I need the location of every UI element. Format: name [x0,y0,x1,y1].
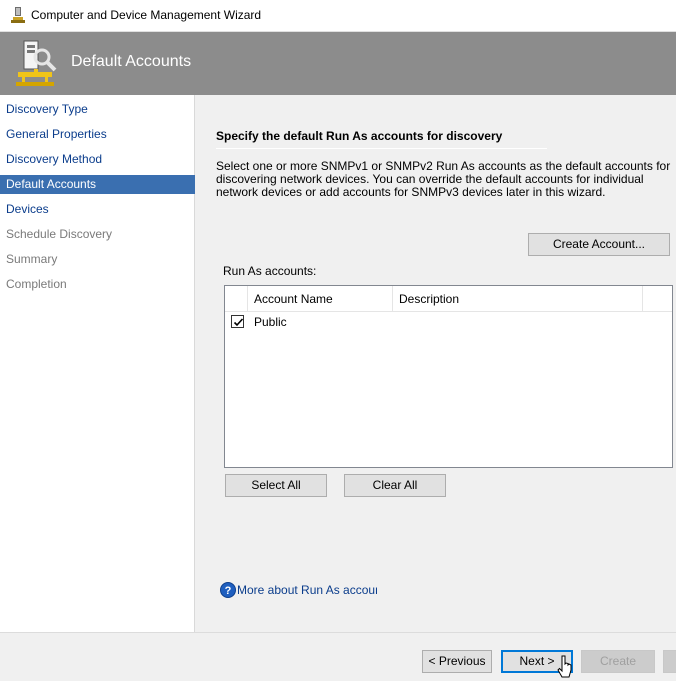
column-separator [247,286,248,312]
account-name-cell: Public [254,315,287,329]
nav-item-default-accounts[interactable]: Default Accounts [0,175,195,194]
wizard-content: Specify the default Run As accounts for … [196,95,676,632]
column-header-description[interactable]: Description [399,292,459,306]
wizard-step-nav: Discovery Type General Properties Discov… [0,95,195,632]
section-description: Select one or more SNMPv1 or SNMPv2 Run … [216,159,671,199]
wizard-header: Default Accounts [0,32,676,95]
select-all-button[interactable]: Select All [225,474,327,497]
column-separator [642,286,643,312]
page-title: Default Accounts [71,53,192,70]
create-button: Create [581,650,655,673]
create-account-button[interactable]: Create Account... [528,233,670,256]
run-as-accounts-label: Run As accounts: [223,264,317,278]
help-icon[interactable]: ? [220,582,236,598]
wizard-footer: < Previous Next > Create [0,632,676,681]
nav-item-completion: Completion [6,277,67,291]
help-link-run-as-accounts[interactable]: More about Run As accounts [237,583,377,597]
window-title: Computer and Device Management Wizard [31,8,262,22]
run-as-accounts-grid[interactable]: Account Name Description Public [224,285,673,468]
column-header-account-name[interactable]: Account Name [254,292,333,306]
grid-header: Account Name Description [225,286,672,312]
clear-all-button[interactable]: Clear All [344,474,446,497]
nav-item-schedule-discovery: Schedule Discovery [6,227,113,241]
nav-item-summary: Summary [6,252,58,266]
mouse-cursor-icon [557,655,572,678]
nav-item-devices[interactable]: Devices [0,200,195,219]
wizard-app-icon [11,7,25,23]
checkmark-icon [233,318,244,327]
account-checkbox[interactable] [231,315,244,328]
nav-item-general-properties[interactable]: General Properties [0,125,195,144]
previous-button[interactable]: < Previous [422,650,492,673]
column-separator [392,286,393,312]
table-row[interactable]: Public [225,313,672,333]
section-title: Specify the default Run As accounts for … [216,129,547,149]
cancel-button-partial[interactable] [663,650,676,673]
title-bar: Computer and Device Management Wizard [0,0,676,32]
network-discovery-icon [16,40,57,86]
nav-item-discovery-method[interactable]: Discovery Method [0,150,195,169]
nav-item-discovery-type[interactable]: Discovery Type [0,100,195,119]
svg-text:?: ? [225,585,232,597]
